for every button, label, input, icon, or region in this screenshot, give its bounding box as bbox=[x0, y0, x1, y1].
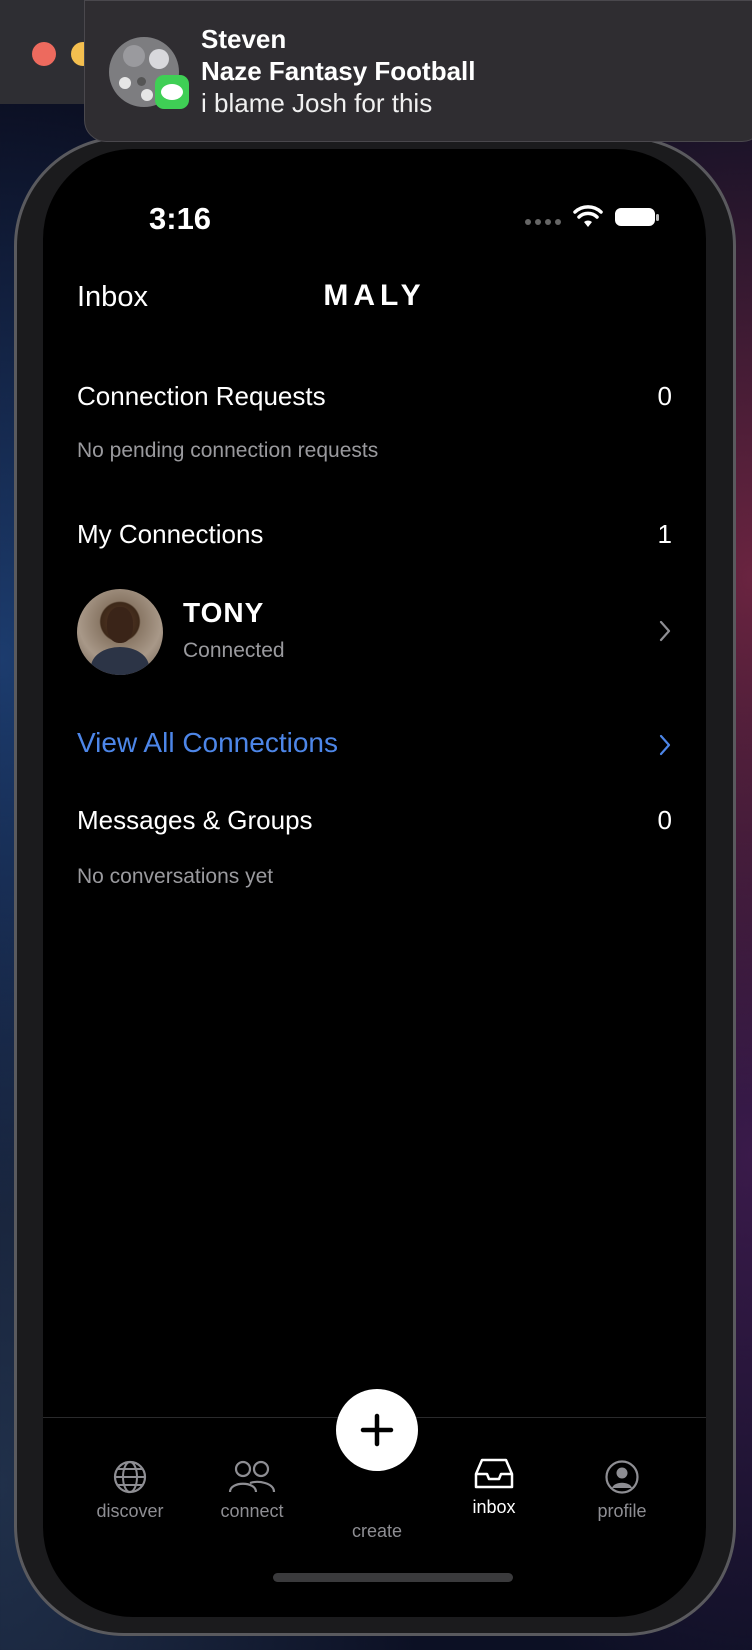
app-logo: MALY bbox=[323, 279, 426, 312]
messages-header: Messages & Groups 0 bbox=[77, 805, 672, 836]
my-connections-label: My Connections bbox=[77, 519, 264, 549]
view-all-connections-link[interactable]: View All Connections bbox=[77, 727, 672, 759]
home-indicator bbox=[273, 1573, 513, 1582]
people-icon bbox=[228, 1460, 276, 1493]
create-button[interactable] bbox=[336, 1389, 418, 1471]
avatar bbox=[77, 589, 163, 675]
tab-connect[interactable]: connect bbox=[202, 1459, 302, 1522]
tab-discover-label: discover bbox=[96, 1501, 164, 1521]
chevron-right-icon bbox=[659, 734, 671, 756]
connection-requests-label: Connection Requests bbox=[77, 381, 326, 411]
app-screen: 3:16 Inbox MALY Connection Requests 0 No… bbox=[43, 149, 706, 1617]
connection-requests-empty: No pending connection requests bbox=[77, 439, 379, 462]
view-all-connections-label: View All Connections bbox=[77, 727, 338, 758]
globe-icon bbox=[113, 1460, 147, 1494]
status-time: 3:16 bbox=[149, 201, 212, 236]
cellular-signal-icon bbox=[525, 219, 561, 225]
notification-sender: Steven bbox=[201, 24, 287, 54]
connection-status: Connected bbox=[183, 639, 285, 662]
phone-frame: 3:16 Inbox MALY Connection Requests 0 No… bbox=[14, 136, 736, 1636]
profile-icon bbox=[605, 1460, 639, 1494]
my-connections-count: 1 bbox=[657, 519, 672, 549]
messages-empty: No conversations yet bbox=[77, 865, 274, 888]
notification-body: i blame Josh for this bbox=[201, 88, 433, 118]
notification-banner[interactable]: Steven Naze Fantasy Football i blame Jos… bbox=[84, 0, 752, 142]
connection-requests-header: Connection Requests 0 bbox=[77, 381, 672, 412]
messages-icon bbox=[155, 75, 189, 109]
tab-inbox[interactable]: inbox bbox=[444, 1457, 544, 1518]
tab-discover[interactable]: discover bbox=[80, 1459, 180, 1522]
messages-label: Messages & Groups bbox=[77, 805, 313, 835]
connection-row[interactable]: TONY Connected bbox=[77, 589, 672, 675]
inbox-icon bbox=[474, 1458, 514, 1489]
status-icons bbox=[525, 205, 659, 229]
connection-name: TONY bbox=[183, 597, 265, 628]
tab-create-label: create bbox=[351, 1521, 403, 1541]
messages-count: 0 bbox=[657, 805, 672, 835]
connection-requests-count: 0 bbox=[657, 381, 672, 411]
close-window-button[interactable] bbox=[32, 42, 56, 66]
tab-profile[interactable]: profile bbox=[572, 1459, 672, 1522]
wifi-icon bbox=[573, 205, 603, 227]
battery-icon bbox=[615, 208, 659, 226]
plus-icon bbox=[360, 1413, 394, 1447]
chevron-right-icon bbox=[659, 620, 671, 642]
notification-title: Naze Fantasy Football bbox=[201, 56, 476, 86]
tab-inbox-label: inbox bbox=[472, 1497, 516, 1517]
my-connections-header: My Connections 1 bbox=[77, 519, 672, 550]
tab-connect-label: connect bbox=[220, 1501, 284, 1521]
tab-profile-label: profile bbox=[597, 1501, 647, 1521]
